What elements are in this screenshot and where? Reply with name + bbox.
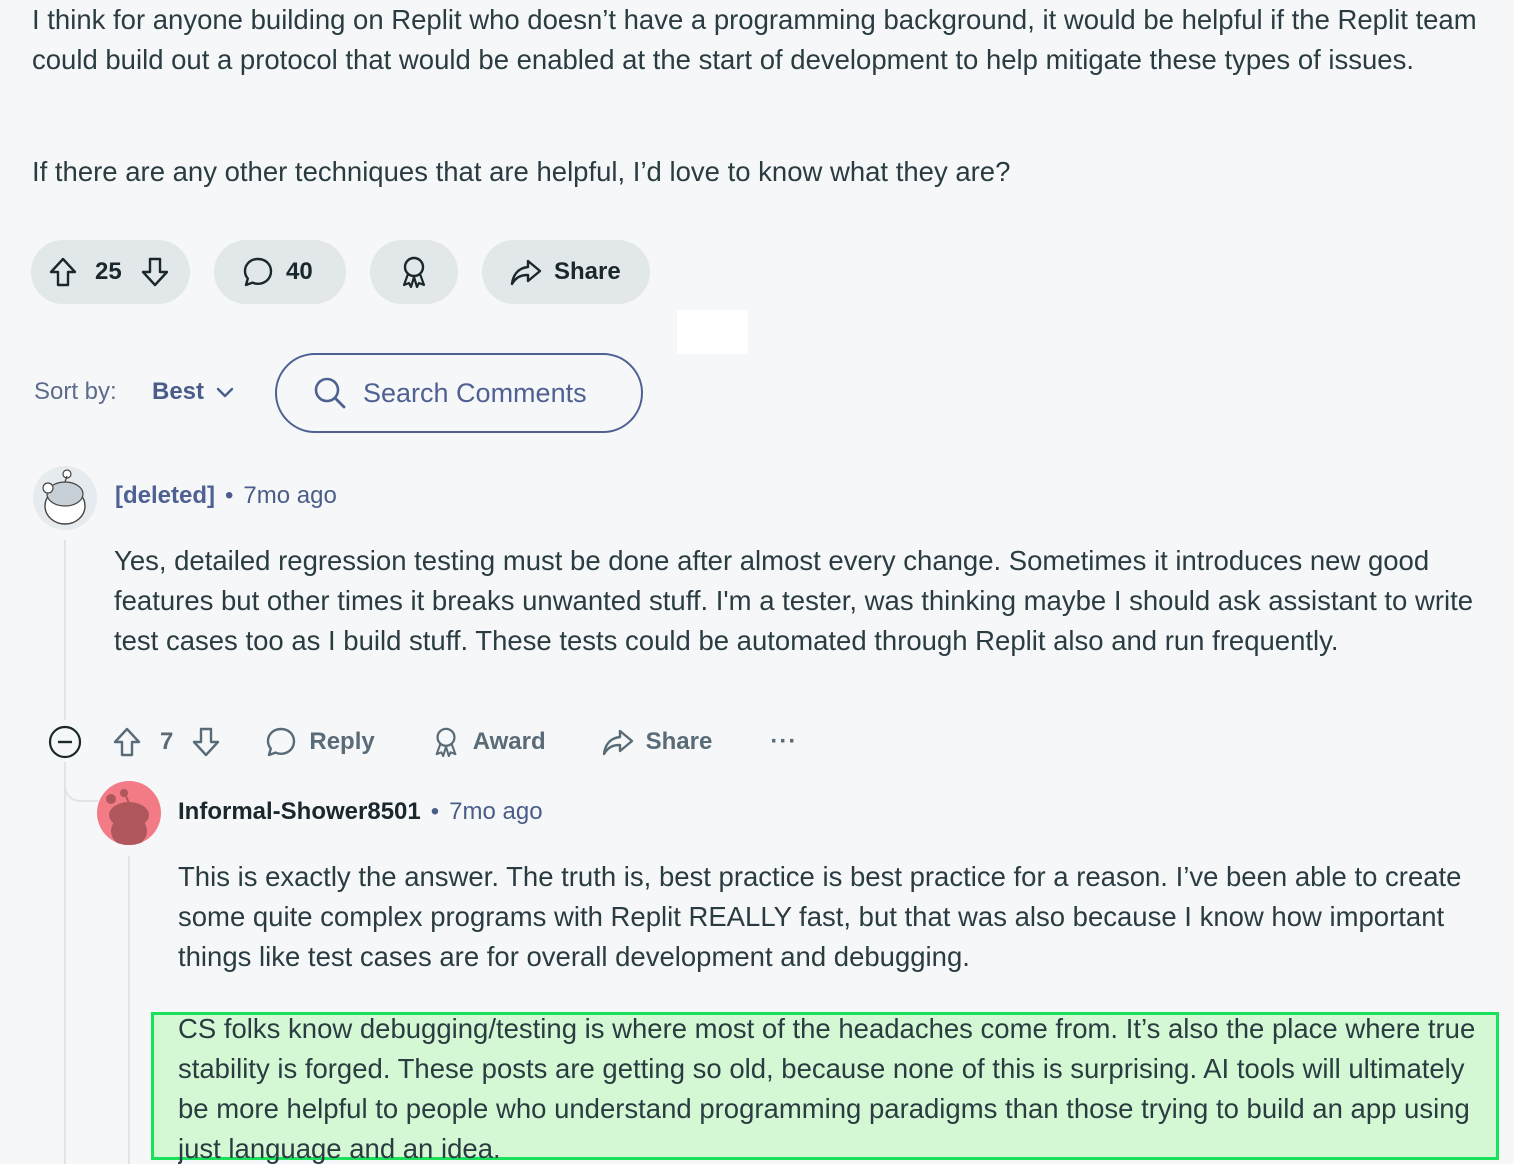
comment-header: [deleted] • 7mo ago: [115, 482, 337, 510]
post-body-paragraph-1: I think for anyone building on Replit wh…: [32, 4, 1477, 75]
thread-line: [64, 762, 66, 1164]
snoo-avatar-icon: [106, 789, 149, 845]
thread-line: [64, 540, 66, 720]
award-icon: [398, 255, 430, 289]
downvote-icon[interactable]: [191, 726, 221, 758]
award-label: Award: [472, 728, 546, 755]
avatar[interactable]: [97, 781, 161, 845]
comment-bubble-icon: [267, 727, 296, 757]
share-label: Share: [554, 258, 621, 285]
comments-button[interactable]: 40: [214, 240, 346, 304]
award-icon: [435, 727, 457, 758]
separator-dot: •: [225, 482, 234, 509]
upvote-icon[interactable]: [48, 256, 78, 288]
comment-header: Informal-Shower8501 • 7mo ago: [178, 798, 543, 826]
sort-dropdown[interactable]: Best: [152, 378, 234, 406]
comment-count: 40: [286, 258, 313, 285]
share-button[interactable]: Share: [482, 240, 650, 304]
search-placeholder: Search Comments: [363, 377, 587, 408]
thread-line: [128, 856, 130, 1164]
avatar[interactable]: [33, 466, 97, 530]
award-button[interactable]: [370, 240, 458, 304]
comment-bubble-icon: [242, 256, 274, 288]
comment-timestamp[interactable]: 7mo ago: [243, 482, 336, 510]
search-comments-input[interactable]: Search Comments: [275, 353, 643, 433]
comment-actions: 7 Reply Award Share ···: [48, 722, 797, 762]
separator-dot: •: [430, 798, 440, 825]
sort-value: Best: [152, 378, 205, 405]
comment-author[interactable]: [deleted]: [115, 482, 215, 510]
chevron-down-icon: [216, 378, 234, 406]
share-button[interactable]: Share: [602, 727, 713, 757]
comment-author[interactable]: Informal-Shower8501: [178, 798, 421, 826]
comment-timestamp[interactable]: 7mo ago: [449, 798, 542, 826]
downvote-icon[interactable]: [140, 256, 170, 288]
comment-body-paragraph-2: CS folks know debugging/testing is where…: [178, 1013, 1476, 1164]
share-arrow-icon: [510, 257, 542, 287]
vote-count: 25: [95, 258, 122, 285]
upvote-icon[interactable]: [112, 726, 142, 758]
collapse-icon[interactable]: [48, 725, 82, 759]
vote-pill: 25: [31, 240, 190, 304]
post-body-paragraph-2: If there are any other techniques that a…: [32, 156, 1011, 187]
share-label: Share: [645, 728, 713, 755]
reply-button[interactable]: Reply: [265, 726, 375, 758]
blank-overlay: [677, 310, 748, 354]
thread-branch: [64, 762, 98, 802]
snoo-avatar-icon: [42, 469, 86, 525]
share-arrow-icon: [602, 729, 633, 756]
award-button[interactable]: Award: [431, 725, 546, 759]
sort-label: Sort by:: [34, 378, 117, 405]
vote-count: 7: [160, 728, 174, 755]
more-options-button[interactable]: ···: [770, 728, 797, 756]
comment-body-paragraph-1: This is exactly the answer. The truth is…: [178, 861, 1462, 972]
search-icon: [313, 376, 347, 410]
comment-body: Yes, detailed regression testing must be…: [114, 545, 1474, 656]
reply-label: Reply: [309, 728, 375, 755]
